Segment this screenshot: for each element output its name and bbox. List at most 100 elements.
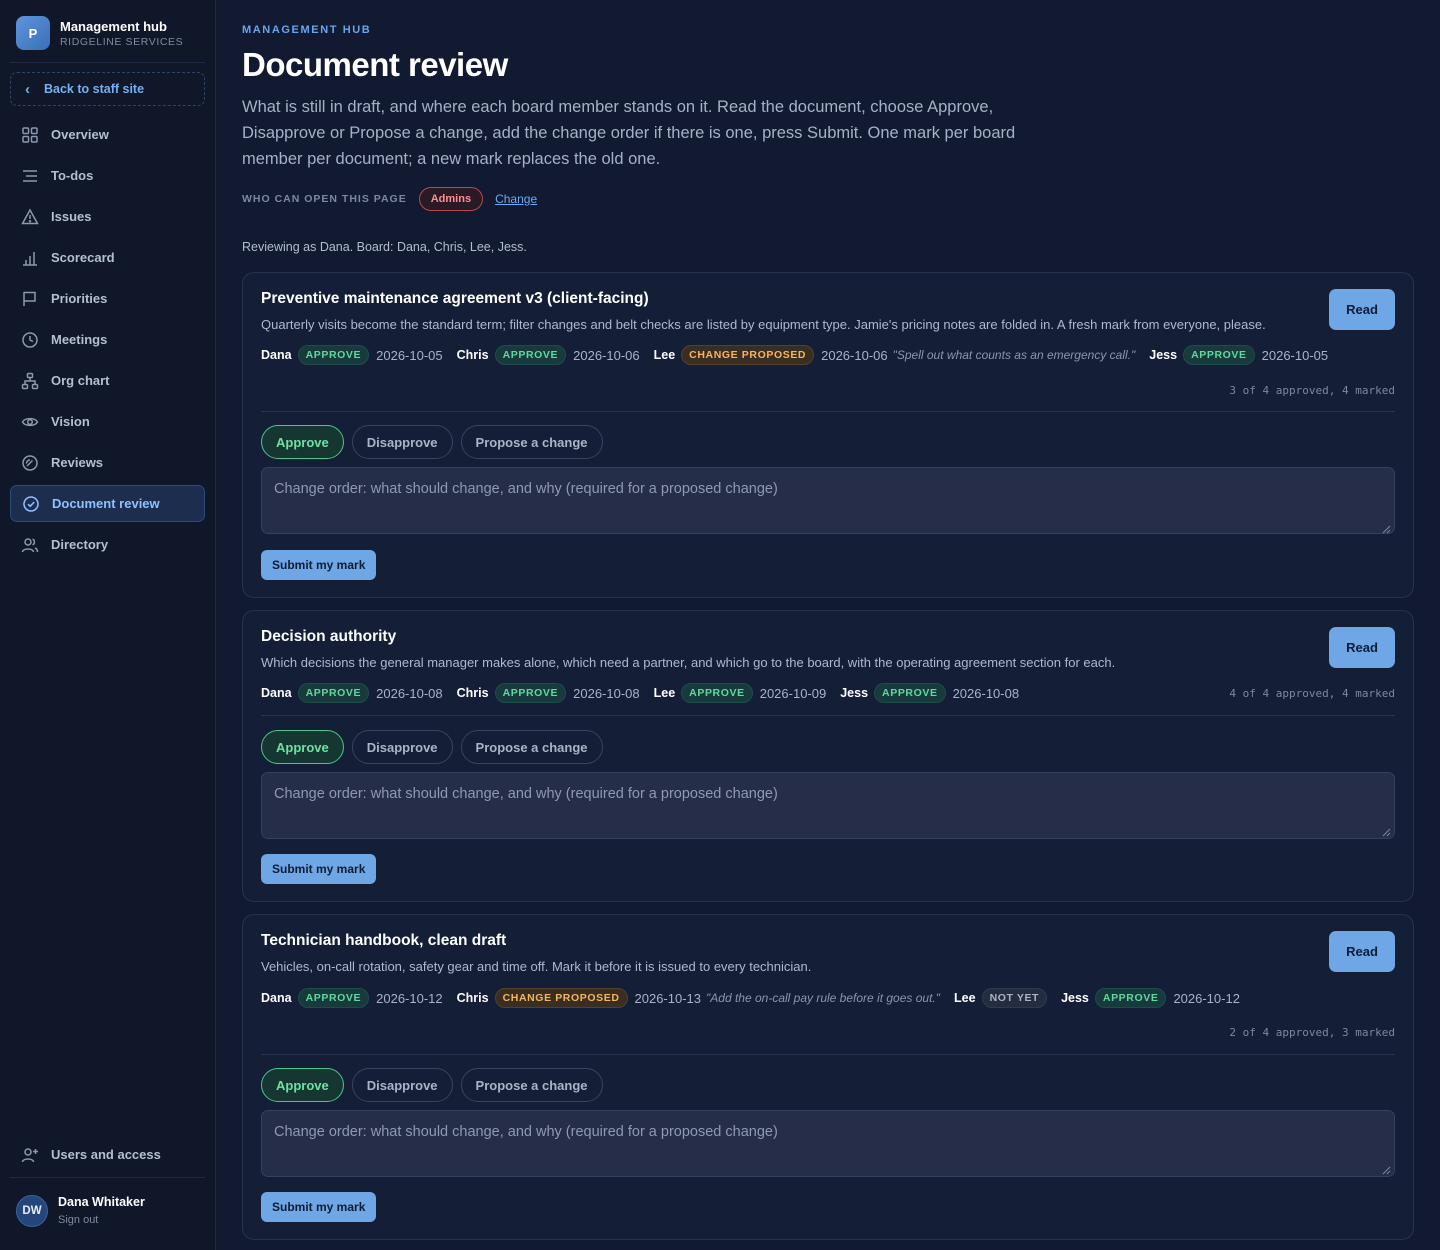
resize-handle-icon[interactable] <box>1382 828 1391 837</box>
resize-handle-icon[interactable] <box>1382 525 1391 534</box>
propose-change-button[interactable]: Propose a change <box>460 425 603 459</box>
status-badge: APPROVE <box>297 683 370 703</box>
mark-note: "Add the on-call pay rule before it goes… <box>706 991 941 1005</box>
approval-tally: 4 of 4 approved, 4 marked <box>1229 687 1395 700</box>
sidebar-item-label: Priorities <box>51 291 108 306</box>
board-mark: Chris APPROVE 2026-10-08 <box>457 683 640 703</box>
sidebar-item-label: Reviews <box>51 455 104 470</box>
member-name: Dana <box>261 991 292 1005</box>
submit-mark-button[interactable]: Submit my mark <box>261 1192 377 1222</box>
document-card: Decision authority Which decisions the g… <box>242 610 1414 902</box>
sidebar-item-label: Issues <box>51 209 92 224</box>
status-badge: CHANGE PROPOSED <box>494 988 628 1008</box>
board-mark: Chris APPROVE 2026-10-06 <box>457 345 640 365</box>
status-badge: APPROVE <box>494 345 567 365</box>
propose-change-button[interactable]: Propose a change <box>460 1068 603 1102</box>
sidebar-item-label: To-dos <box>51 168 94 183</box>
check-circle-icon <box>23 495 39 512</box>
change-order-field[interactable] <box>261 772 1395 839</box>
mark-date: 2026-10-08 <box>952 685 1020 701</box>
approval-tally: 2 of 4 approved, 3 marked <box>1229 1026 1395 1039</box>
users-and-access-link[interactable]: Users and access <box>10 1136 205 1173</box>
board-mark: Chris CHANGE PROPOSED 2026-10-13 "Add th… <box>457 988 940 1008</box>
sidebar-item-vision[interactable]: Vision <box>10 403 205 440</box>
card-divider <box>261 1054 1395 1055</box>
approve-button[interactable]: Approve <box>261 1068 344 1102</box>
read-button[interactable]: Read <box>1329 627 1395 668</box>
document-title: Technician handbook, clean draft <box>261 932 507 949</box>
people-icon <box>21 537 39 552</box>
user-name: Dana Whitaker <box>58 1195 145 1209</box>
member-name: Dana <box>261 686 292 700</box>
board-mark: Lee APPROVE 2026-10-09 <box>653 683 826 703</box>
status-badge: NOT YET <box>981 988 1048 1008</box>
document-description: Which decisions the general manager make… <box>261 655 1116 670</box>
change-order-field[interactable] <box>261 1110 1395 1177</box>
disapprove-button[interactable]: Disapprove <box>351 1068 453 1102</box>
sidebar-item-directory[interactable]: Directory <box>10 526 205 563</box>
page-title: Document review <box>242 46 508 83</box>
submit-mark-button[interactable]: Submit my mark <box>261 550 377 580</box>
sidebar-item-document-review[interactable]: Document review <box>10 485 205 522</box>
member-name: Jess <box>1061 991 1089 1005</box>
eye-icon <box>21 417 39 426</box>
sidebar-item-org-chart[interactable]: Org chart <box>10 362 205 399</box>
disapprove-button[interactable]: Disapprove <box>351 425 453 459</box>
avatar[interactable]: DW <box>16 1195 48 1227</box>
sidebar-item-overview[interactable]: Overview <box>10 116 205 153</box>
mark-date: 2026-10-08 <box>573 685 640 701</box>
approve-button[interactable]: Approve <box>261 425 344 459</box>
resize-handle-icon[interactable] <box>1382 1166 1391 1175</box>
sidebar-item-meetings[interactable]: Meetings <box>10 321 205 358</box>
add-user-icon <box>21 1147 38 1162</box>
status-badge: APPROVE <box>1183 345 1255 365</box>
sidebar-item-label: Directory <box>51 537 109 552</box>
list-icon <box>23 169 37 182</box>
chevron-left-icon: ‹ <box>25 80 30 98</box>
sidebar: P Management hub RIDGELINE SERVICES ‹ Ba… <box>0 0 216 1250</box>
member-name: Chris <box>456 348 489 362</box>
propose-change-button[interactable]: Propose a change <box>460 730 603 764</box>
card-divider <box>261 411 1395 412</box>
sidebar-item-issues[interactable]: Issues <box>10 198 205 235</box>
mark-date: 2026-10-05 <box>1261 347 1329 363</box>
member-name: Chris <box>456 686 489 700</box>
change-access-link[interactable]: Change <box>495 192 537 206</box>
brand-logo: P <box>16 16 50 50</box>
mark-date: 2026-10-05 <box>376 347 443 363</box>
sidebar-item-scorecard[interactable]: Scorecard <box>10 239 205 276</box>
page-intro: What is still in draft, and where each b… <box>242 98 1016 168</box>
document-description: Quarterly visits become the standard ter… <box>261 317 1266 332</box>
sidebar-item-label: Overview <box>51 127 109 142</box>
board-mark: Jess APPROVE 2026-10-12 <box>1061 988 1240 1008</box>
reviewing-note: Reviewing as Dana. Board: Dana, Chris, L… <box>242 240 527 254</box>
change-order-field[interactable] <box>261 467 1395 534</box>
sidebar-item-priorities[interactable]: Priorities <box>10 280 205 317</box>
read-button[interactable]: Read <box>1329 931 1395 972</box>
mark-date: 2026-10-12 <box>1173 990 1240 1006</box>
board-mark: Lee NOT YET <box>954 988 1048 1008</box>
org-chart-icon <box>21 372 39 389</box>
brand-subtitle: RIDGELINE SERVICES <box>60 35 184 48</box>
sign-out-link[interactable]: Sign out <box>58 1212 145 1228</box>
sidebar-item-reviews[interactable]: Reviews <box>10 444 205 481</box>
submit-mark-button[interactable]: Submit my mark <box>261 854 377 884</box>
read-button[interactable]: Read <box>1329 289 1395 330</box>
board-mark: Jess APPROVE 2026-10-08 <box>840 683 1019 703</box>
mark-choices: Approve Disapprove Propose a change <box>261 425 611 459</box>
document-title: Preventive maintenance agreement v3 (cli… <box>261 290 649 307</box>
sidebar-item-to-dos[interactable]: To-dos <box>10 157 205 194</box>
document-title: Decision authority <box>261 628 397 645</box>
card-divider <box>261 715 1395 716</box>
back-label: Back to staff site <box>44 82 145 96</box>
board-mark: Dana APPROVE 2026-10-05 <box>261 345 443 365</box>
disapprove-button[interactable]: Disapprove <box>351 730 453 764</box>
approve-button[interactable]: Approve <box>261 730 344 764</box>
status-badge: APPROVE <box>297 988 370 1008</box>
document-card: Technician handbook, clean draft Vehicle… <box>242 914 1414 1240</box>
member-name: Lee <box>653 686 676 700</box>
board-mark: Dana APPROVE 2026-10-12 <box>261 988 443 1008</box>
sidebar-item-label: Document review <box>52 496 160 511</box>
back-to-staff-site-button[interactable]: ‹ Back to staff site <box>10 72 205 106</box>
sidebar-item-label: Org chart <box>51 373 110 388</box>
